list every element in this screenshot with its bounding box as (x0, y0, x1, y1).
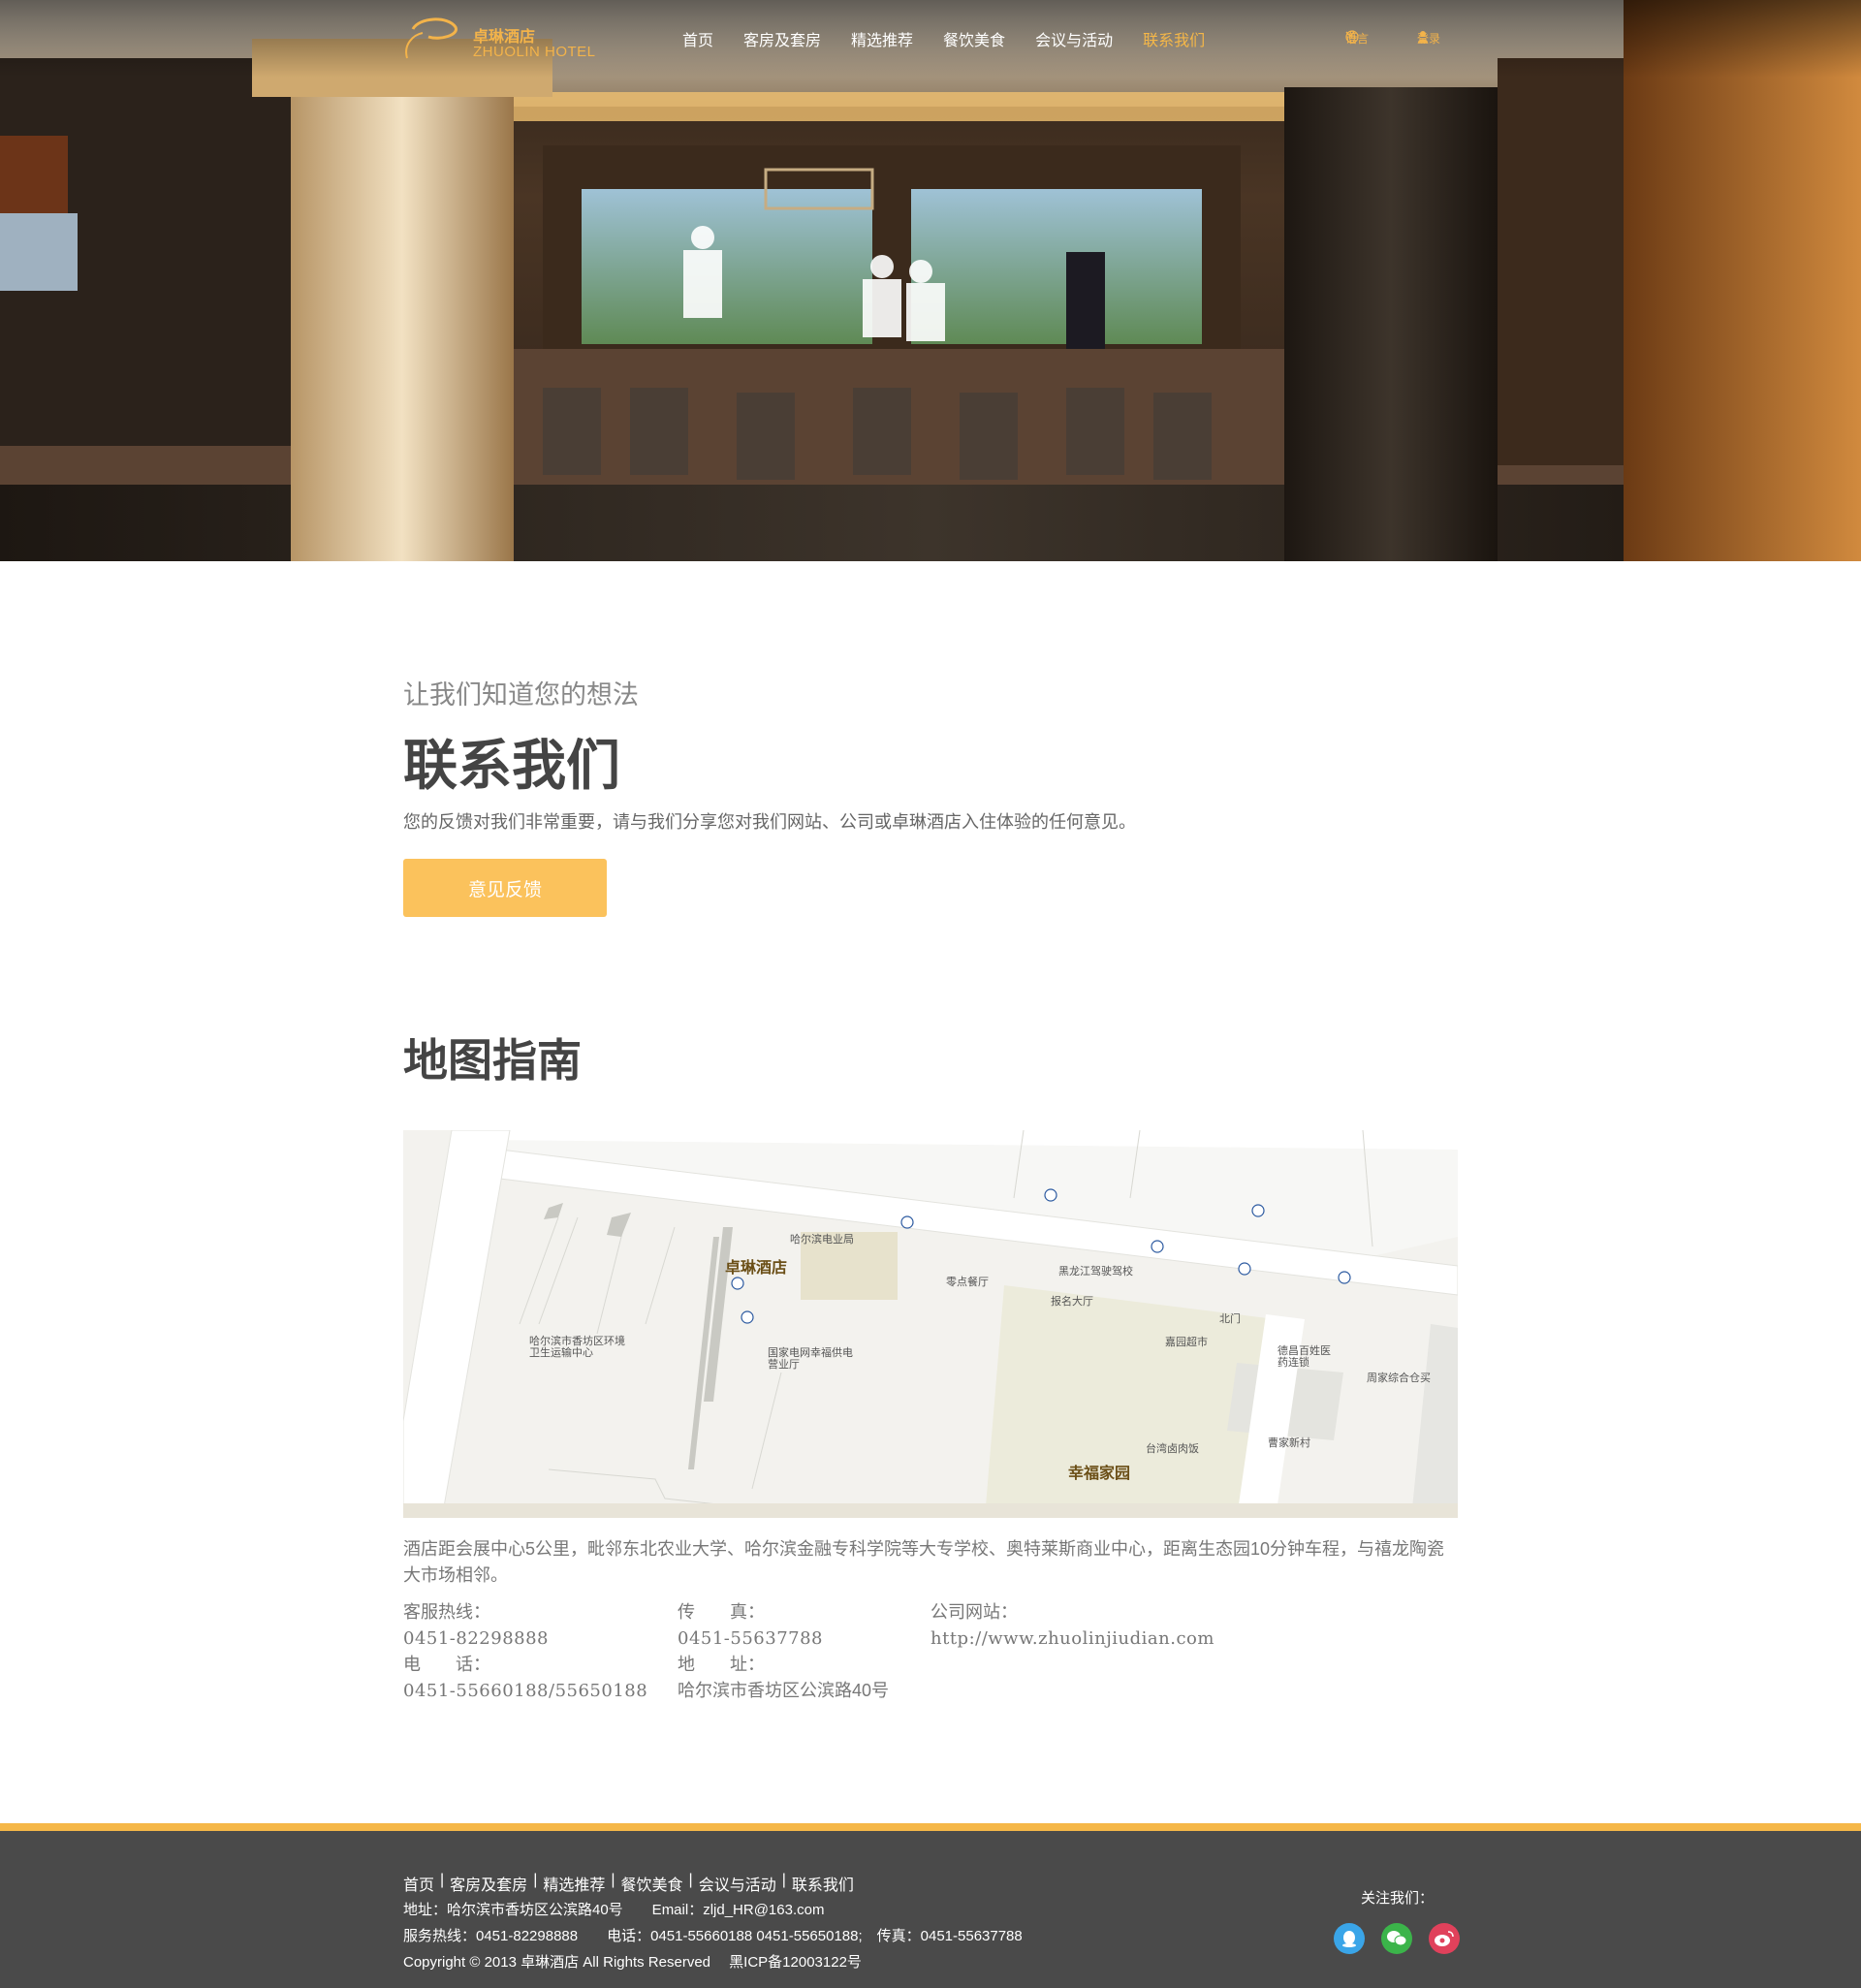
login-link[interactable]: 登录 (1417, 30, 1440, 47)
website-block: 公司网站： http://www.zhuolinjiudian.com (930, 1599, 1214, 1652)
user-icon (1418, 31, 1428, 43)
nav-contact[interactable]: 联系我们 (1143, 27, 1205, 50)
phone-block: 电 话： 0451-55660188/55650188 (403, 1652, 647, 1704)
map-poi-signup-hall: 报名大厅 (1051, 1296, 1093, 1308)
contact-description: 您的反馈对我们非常重要，请与我们分享您对我们网站、公司或卓琳酒店入住体验的任何意… (403, 812, 1136, 832)
footer-link-rooms[interactable]: 客房及套房 (450, 1872, 527, 1895)
nav-home[interactable]: 首页 (682, 27, 713, 50)
map-poi-power-bureau: 哈尔滨电业局 (790, 1234, 854, 1246)
map-poi-snack-restaurant: 零点餐厅 (946, 1277, 989, 1288)
main-nav: 首页 客房及套房 精选推荐 餐饮美食 会议与活动 联系我们 (682, 27, 1235, 50)
footer-link-featured[interactable]: 精选推荐 (543, 1872, 605, 1895)
contact-title: 联系我们 (403, 734, 620, 798)
footer-hotline: 服务热线：0451-82298888 电话：0451-55660188 0451… (403, 1928, 1023, 1944)
address-block: 地 址： 哈尔滨市香坊区公滨路40号 (678, 1652, 889, 1704)
chevron-down-icon (1345, 31, 1355, 37)
map-poi-taiwan-food: 台湾卤肉饭 (1146, 1443, 1199, 1455)
map-poi-caojia-village: 曹家新村 (1268, 1437, 1310, 1449)
language-selector[interactable]: 语言 (1345, 30, 1369, 47)
hotline-block: 客服热线： 0451-82298888 (403, 1599, 549, 1652)
footer-link-meetings[interactable]: 会议与活动 (699, 1872, 776, 1895)
hero-banner: 卓琳酒店 ZHUOLIN HOTEL 首页 客房及套房 精选推荐 餐饮美食 会议… (0, 0, 1861, 561)
footer-separator: | (781, 1872, 786, 1888)
fax-value: 0451-55637788 (678, 1628, 824, 1649)
site-footer: 首页 | 客房及套房 | 精选推荐 | 餐饮美食 | 会议与活动 | 联系我们 地址：哈尔… (0, 1823, 1861, 1988)
hotline-label: 客服热线： (403, 1602, 490, 1622)
map-poi-driving-school: 黑龙江驾驶驾校 (1058, 1266, 1133, 1278)
map-poi-supermarket: 嘉园超市 (1165, 1337, 1208, 1348)
footer-separator: | (611, 1872, 615, 1888)
wechat-icon[interactable] (1381, 1923, 1412, 1954)
location-map[interactable]: 卓琳酒店 哈尔滨电业局 零点餐厅 黑龙江驾驶驾校 报名大厅 北门 嘉园超市 德昌… (403, 1130, 1458, 1518)
map-description: 酒店距会展中心5公里，毗邻东北农业大学、哈尔滨金融专科学院等大专学校、奥特莱斯商… (403, 1539, 1445, 1585)
hotline-value: 0451-82298888 (403, 1628, 550, 1649)
map-community-label: 幸福家园 (1068, 1466, 1131, 1482)
footer-link-contact[interactable]: 联系我们 (792, 1872, 854, 1895)
footer-separator: | (688, 1872, 693, 1888)
map-poi-power-grid: 国家电网幸福供电营业厅 (768, 1347, 853, 1371)
hero-restaurant-image (0, 0, 1861, 561)
footer-separator: | (533, 1872, 538, 1888)
qq-icon[interactable] (1334, 1923, 1365, 1954)
address-value: 哈尔滨市香坊区公滨路40号 (678, 1681, 890, 1700)
nav-dining[interactable]: 餐饮美食 (943, 27, 1005, 50)
address-label: 地 址： (678, 1655, 765, 1674)
logo-english-name: ZHUOLIN HOTEL (473, 44, 596, 60)
phone-label: 电 话： (403, 1655, 490, 1674)
footer-link-home[interactable]: 首页 (403, 1872, 434, 1895)
nav-rooms[interactable]: 客房及套房 (743, 27, 821, 50)
map-poi-north-gate: 北门 (1219, 1313, 1241, 1325)
fax-label: 传 真： (678, 1602, 765, 1622)
footer-link-dining[interactable]: 餐饮美食 (621, 1872, 683, 1895)
phone-value: 0451-55660188/55650188 (403, 1681, 648, 1701)
map-poi-warehouse: 周家综合仓买 (1367, 1373, 1431, 1384)
footer-separator: | (440, 1872, 445, 1888)
fax-block: 传 真： 0451-55637788 (678, 1599, 823, 1652)
weibo-icon[interactable] (1429, 1923, 1460, 1954)
nav-featured[interactable]: 精选推荐 (851, 27, 913, 50)
map-poi-sanitation-center: 哈尔滨市香坊区环境卫生运输中心 (529, 1336, 625, 1359)
website-link[interactable]: http://www.zhuolinjiudian.com (930, 1625, 1214, 1652)
map-roads-graphic (403, 1130, 1458, 1518)
website-label: 公司网站： (930, 1602, 1018, 1622)
map-hotel-label: 卓琳酒店 (725, 1260, 788, 1277)
footer-address: 地址：哈尔滨市香坊区公滨路40号 Email：zljd_HR@163.com (403, 1902, 825, 1918)
nav-meetings[interactable]: 会议与活动 (1035, 27, 1113, 50)
footer-nav: 首页 | 客房及套房 | 精选推荐 | 餐饮美食 | 会议与活动 | 联系我们 (403, 1872, 854, 1895)
contact-subtitle: 让我们知道您的想法 (403, 680, 639, 710)
map-poi-pharmacy: 德昌百姓医药连锁 (1277, 1345, 1331, 1369)
follow-us-label: 关注我们： (1361, 1890, 1435, 1907)
hotel-logo[interactable]: 卓琳酒店 ZHUOLIN HOTEL (401, 12, 615, 66)
map-guide-title: 地图指南 (403, 1034, 582, 1087)
logo-swirl-icon (405, 17, 457, 59)
feedback-button[interactable]: 意见反馈 (403, 859, 607, 917)
footer-copyright: Copyright © 2013 卓琳酒店 All Rights Reserve… (403, 1954, 862, 1971)
